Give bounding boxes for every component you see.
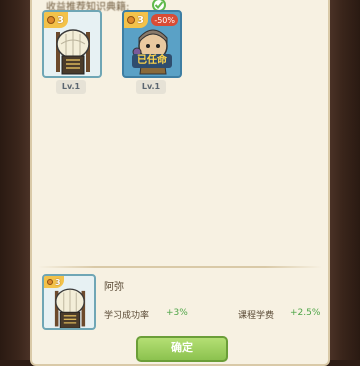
hero-level-1: Lv.1 [56,80,86,94]
hero-portrait-icon [54,288,86,328]
right-background [330,0,360,360]
star-badge: 3 [44,12,68,28]
success-rate-value: +3% [166,308,188,318]
star-count: 3 [55,277,61,287]
star-count: 3 [57,14,64,26]
star-icon [127,16,135,24]
discount-tag: -50% [151,14,178,26]
hero-name: 阿弥 [104,282,124,293]
hero-card-2[interactable]: 3 -50% 已任命 [122,10,182,78]
divider [38,266,322,268]
tuition-label: 课程学费 [238,311,275,321]
star-badge: 3 [124,12,148,28]
hero-portrait-icon [56,29,90,75]
star-icon [47,279,53,285]
star-icon [47,16,55,24]
success-rate-label: 学习成功率 [104,311,150,321]
hero-card-1[interactable]: 3 [42,10,102,78]
left-background [0,0,30,360]
appointed-label: 已任命 [132,54,172,68]
selected-hero-card[interactable]: 3 [42,274,96,330]
tuition-value: +2.5% [290,308,321,318]
dialog-panel: 收益推荐知识典籍: 3 3 -50% 已任命 Lv.1 Lv.1 3 阿弥 学习… [30,0,330,366]
confirm-button[interactable]: 确定 [136,336,228,362]
star-badge: 3 [44,276,64,288]
hero-level-2: Lv.1 [136,80,166,94]
star-count: 3 [137,14,144,26]
